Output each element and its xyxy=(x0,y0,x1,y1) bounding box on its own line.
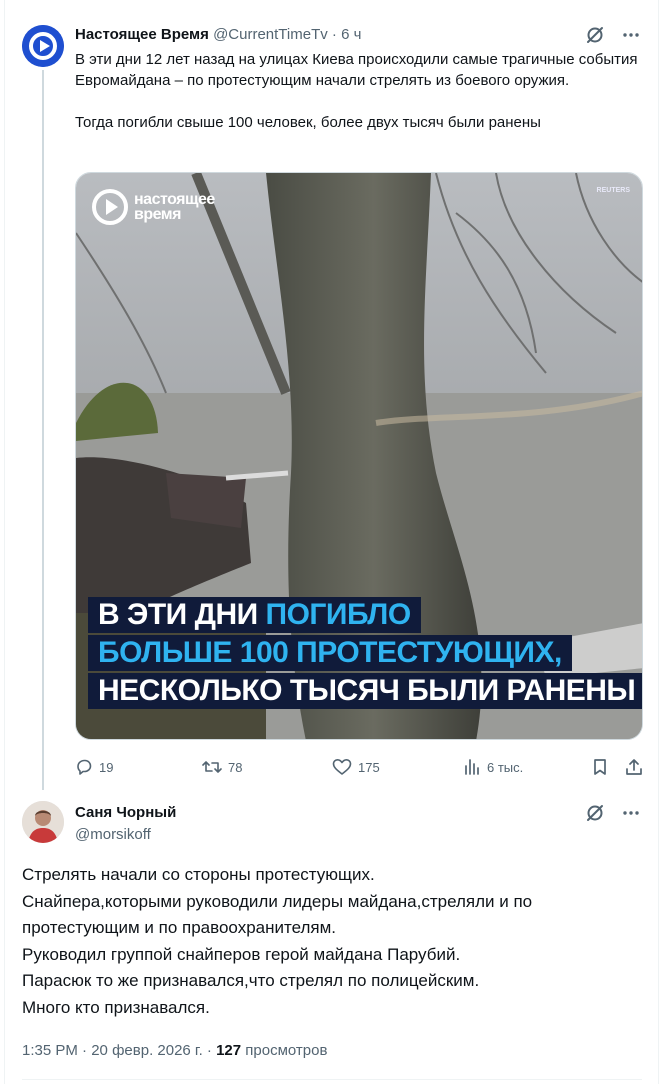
text-line: Стрелять начали со стороны протестующих. xyxy=(22,865,375,884)
text-line: Руководил группой снайперов герой майдан… xyxy=(22,944,461,964)
author-handle[interactable]: @CurrentTimeTv xyxy=(213,26,328,43)
tweet-top-actions xyxy=(584,802,642,824)
text-line: Снайпера,которыми руководили лидеры майд… xyxy=(22,891,533,911)
views-label: просмотров xyxy=(245,1042,328,1059)
bookmark-button[interactable] xyxy=(591,756,609,778)
reuters-watermark: REUTERS xyxy=(596,187,630,194)
retweet-count: 78 xyxy=(228,759,243,775)
reply-button[interactable]: 19 xyxy=(75,756,113,778)
tweet-video[interactable]: Настоящее Время REUTERS В ЭТИ ДНИ ПОГИБЛ… xyxy=(75,172,643,740)
like-button[interactable]: 175 xyxy=(332,756,380,778)
slashed-circle-icon[interactable] xyxy=(584,802,606,824)
author-handle[interactable]: @morsikoff xyxy=(75,826,151,843)
reply-bubble-icon xyxy=(77,759,92,775)
like-count: 175 xyxy=(358,759,380,775)
tweet-original[interactable]: Настоящее Время @CurrentTimeTv · 6 ч В э… xyxy=(0,0,664,790)
views-button[interactable]: 6 тыс. xyxy=(463,756,523,778)
tweet-time[interactable]: 6 ч xyxy=(341,26,361,43)
post-time[interactable]: 1:35 PM xyxy=(22,1042,78,1059)
video-caption: В ЭТИ ДНИ ПОГИБЛО БОЛЬШЕ 100 ПРОТЕСТУЮЩИ… xyxy=(88,597,642,711)
share-button[interactable] xyxy=(625,756,643,778)
tweet-top-actions xyxy=(584,24,642,46)
tweet-text: Стрелять начали со стороны протестующих.… xyxy=(22,862,642,1021)
caption-line-2: БОЛЬШЕ 100 ПРОТЕСТУЮЩИХ, xyxy=(88,635,572,671)
share-icon xyxy=(626,759,642,775)
slashed-circle-icon[interactable] xyxy=(584,24,606,46)
divider xyxy=(22,1079,642,1080)
play-logo-icon xyxy=(92,189,128,225)
retweet-button[interactable]: 78 xyxy=(202,756,242,778)
tweet-action-bar: 19 78 175 6 тыс. xyxy=(75,756,645,778)
tweet-text: В эти дни 12 лет назад на улицах Киева п… xyxy=(75,51,638,131)
more-dots-icon[interactable] xyxy=(620,24,642,46)
views-count: 127 xyxy=(216,1042,242,1059)
channel-logo-text: Настоящее Время xyxy=(134,191,215,223)
text-line: протестующим и по правоохранителям. xyxy=(22,918,337,937)
caption-line-1: В ЭТИ ДНИ ПОГИБЛО xyxy=(88,597,421,633)
heart-icon xyxy=(332,759,352,775)
user-photo-icon xyxy=(22,801,64,843)
caption-line-1-accent: ПОГИБЛО xyxy=(265,598,412,631)
more-dots-icon[interactable] xyxy=(620,802,642,824)
channel-logo: Настоящее Время xyxy=(92,189,234,225)
avatar-currenttime[interactable] xyxy=(22,25,64,67)
tweet-reply[interactable]: Саня Чорный @morsikoff Стрелять начали с… xyxy=(0,790,664,1084)
meta-separator: · xyxy=(206,1042,212,1059)
views-bars-icon xyxy=(465,759,479,775)
tweet-header: Настоящее Время @CurrentTimeTv · 6 ч xyxy=(75,26,361,43)
views-count: 6 тыс. xyxy=(487,759,524,775)
tweet-meta: 1:35 PM · 20 февр. 2026 г. · 127 просмот… xyxy=(22,1042,327,1059)
reply-count: 19 xyxy=(99,759,114,775)
bookmark-icon xyxy=(594,759,606,775)
retweet-icon xyxy=(202,761,222,773)
caption-line-1-white: В ЭТИ ДНИ xyxy=(98,598,266,631)
thread-connector xyxy=(42,70,44,790)
avatar-morsikoff[interactable] xyxy=(22,801,64,843)
caption-line-3: НЕСКОЛЬКО ТЫСЯЧ БЫЛИ РАНЕНЫ xyxy=(88,673,642,709)
text-line: Парасюк то же признавался,что стрелял по… xyxy=(22,971,480,990)
post-date[interactable]: 20 февр. 2026 г. xyxy=(91,1042,203,1059)
header-separator: · xyxy=(331,26,337,43)
author-name[interactable]: Настоящее Время xyxy=(75,26,209,43)
text-line: Много кто признавался. xyxy=(22,997,210,1017)
author-name[interactable]: Саня Чорный xyxy=(75,804,176,821)
currenttime-logo-icon xyxy=(22,25,64,67)
meta-separator: · xyxy=(82,1042,88,1059)
